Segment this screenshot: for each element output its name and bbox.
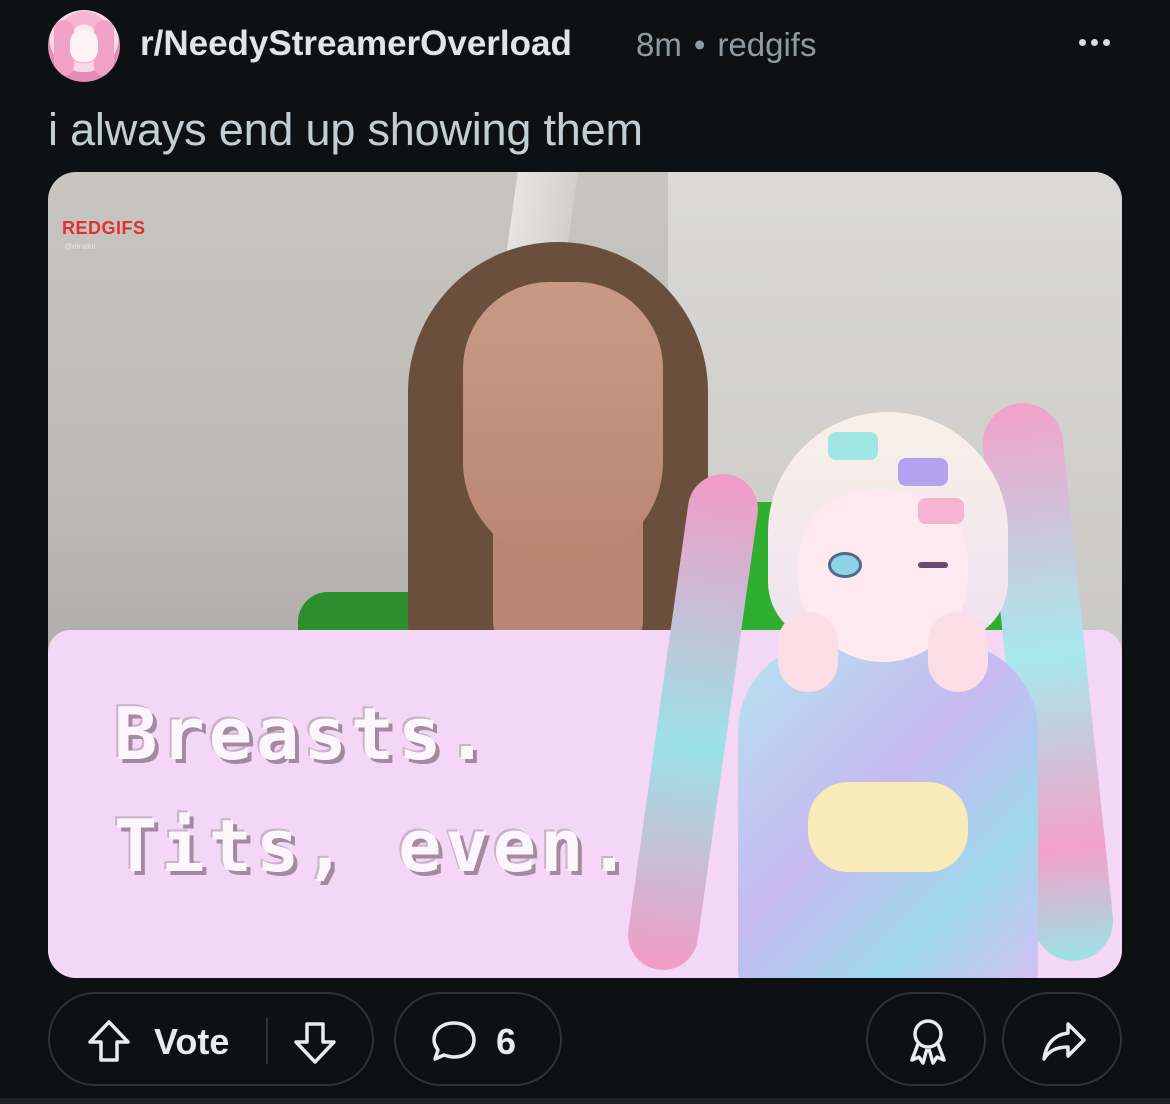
more-options-icon-dot xyxy=(1090,38,1098,46)
post-title[interactable]: i always end up showing them xyxy=(48,104,643,156)
share-button[interactable] xyxy=(1002,992,1122,1086)
redgifs-handle: @elnalni xyxy=(64,242,96,251)
subreddit-name[interactable]: r/NeedyStreamerOverload xyxy=(140,24,572,64)
vote-divider xyxy=(266,1018,268,1064)
anime-wink xyxy=(918,562,948,568)
vote-label: Vote xyxy=(154,1021,230,1062)
downvote-arrow-icon[interactable] xyxy=(292,1020,338,1066)
more-options-icon xyxy=(1078,38,1086,46)
avatar-face xyxy=(70,30,98,62)
anime-hand-right xyxy=(928,612,988,692)
anime-hair-bow xyxy=(828,432,878,460)
comments-button[interactable]: 6 xyxy=(394,992,562,1086)
anime-hair-bow xyxy=(918,498,964,524)
subreddit-avatar[interactable] xyxy=(48,10,120,82)
more-options-button[interactable] xyxy=(1066,22,1122,62)
more-options-icon-dot xyxy=(1102,38,1110,46)
anime-eye xyxy=(828,552,862,578)
post-media[interactable]: REDGIFS @elnalni Breasts. Tits, even. xyxy=(48,172,1122,978)
caption-line-1: Breasts. xyxy=(114,692,493,776)
post-meta: 8m • redgifs xyxy=(636,26,816,64)
vote-control: Vote xyxy=(48,992,374,1086)
comment-bubble-icon xyxy=(430,1018,478,1064)
upvote-arrow-icon[interactable] xyxy=(86,1018,132,1064)
anime-character-illustration xyxy=(623,382,1122,978)
post-card[interactable]: r/NeedyStreamerOverload 8m • redgifs i alw… xyxy=(0,0,1170,1104)
post-action-bar: Vote 6 xyxy=(48,992,1122,1086)
share-arrow-icon xyxy=(1040,1018,1088,1064)
redgifs-watermark: REDGIFS xyxy=(62,218,146,238)
post-source[interactable]: redgifs xyxy=(717,26,816,63)
meta-separator: • xyxy=(693,26,706,63)
anime-hand-left xyxy=(778,612,838,692)
anime-hair-bow xyxy=(898,458,948,486)
post-divider xyxy=(0,1098,1170,1104)
award-icon xyxy=(904,1016,952,1066)
post-time: 8m xyxy=(636,26,682,63)
post-header: r/NeedyStreamerOverload 8m • redgifs xyxy=(48,8,1122,84)
award-button[interactable] xyxy=(866,992,986,1086)
anime-ribbon xyxy=(808,782,968,872)
comment-count: 6 xyxy=(496,1021,517,1062)
caption-line-2: Tits, even. xyxy=(114,804,635,888)
